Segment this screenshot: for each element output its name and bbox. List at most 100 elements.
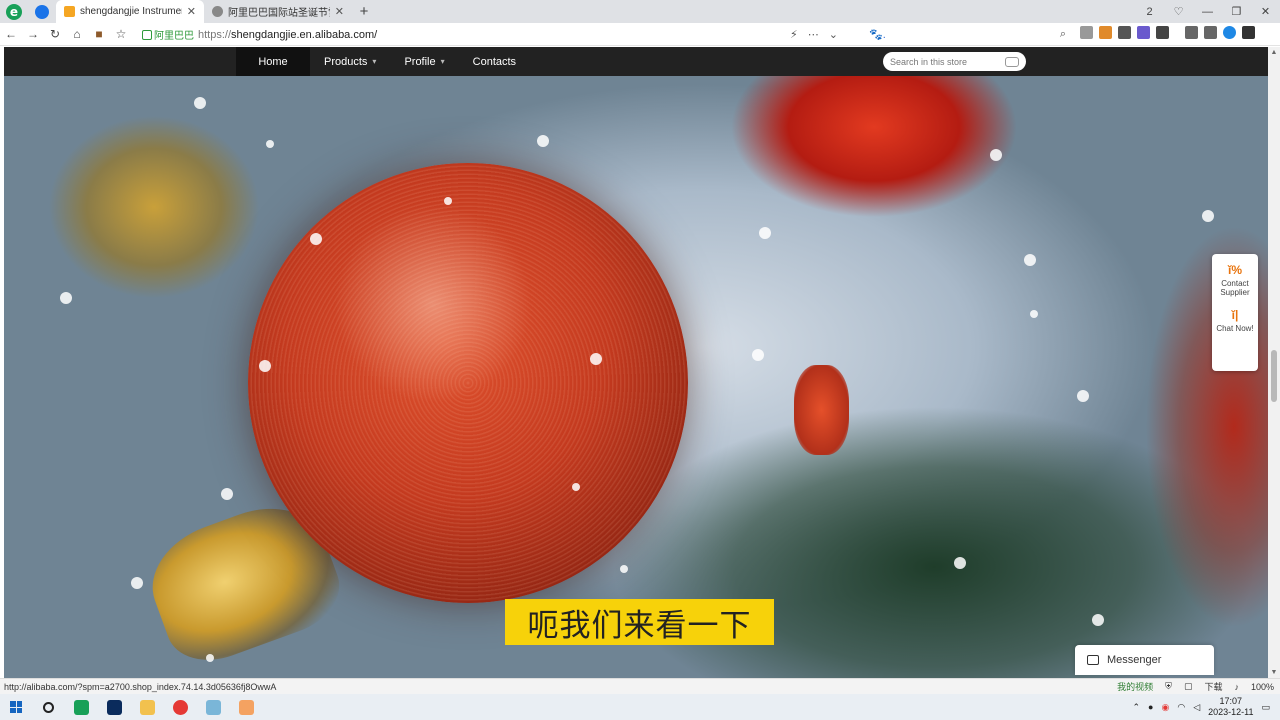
scroll-down-arrow-icon[interactable]: ▼: [1268, 669, 1280, 676]
snowflake-icon: [194, 97, 206, 109]
favorite-star-icon[interactable]: ☆: [110, 27, 132, 41]
browser-logo-icon[interactable]: e: [0, 0, 28, 23]
red-bell: [794, 365, 849, 455]
contact-supplier-button[interactable]: ĭ% Contact Supplier: [1212, 264, 1258, 298]
zoom-level[interactable]: 100%: [1251, 682, 1274, 692]
messenger-button[interactable]: Messenger: [1075, 645, 1214, 675]
taskbar-app-chrome[interactable]: [164, 699, 197, 715]
snowflake-icon: [590, 353, 602, 365]
menu-icon[interactable]: [1242, 26, 1255, 39]
chat-now-button[interactable]: ĭ| Chat Now!: [1216, 309, 1253, 334]
notification-icon[interactable]: ▭: [1261, 702, 1270, 713]
snowflake-icon: [954, 557, 966, 569]
shield-icon[interactable]: ⛨: [1165, 681, 1172, 692]
snowflake-icon: [131, 577, 143, 589]
chevron-down-icon: ▾: [440, 57, 445, 66]
snowflake-icon: [206, 654, 214, 662]
clock-time: 17:07: [1219, 696, 1243, 706]
window-controls: 2 ♡ — ❐ ✕: [1135, 0, 1280, 23]
messenger-label: Messenger: [1107, 654, 1162, 666]
nav-contacts[interactable]: Contacts: [459, 47, 530, 76]
search-icon[interactable]: ⌕: [1060, 28, 1066, 41]
shield-icon: [142, 29, 152, 40]
record-icon[interactable]: ◉: [1161, 702, 1169, 713]
extension-icons: [1080, 26, 1255, 39]
address-toolbar: ← → ↻ ⌂ ■ ☆ 阿里巴巴 https://shengdangjie.en…: [0, 23, 1280, 46]
system-clock[interactable]: 17:07 2023-12-11: [1208, 696, 1253, 718]
back-button[interactable]: ←: [0, 27, 22, 41]
taskbar-app-photoshop[interactable]: [98, 699, 131, 715]
page-scrollbar[interactable]: ▲ ▼: [1268, 47, 1280, 678]
close-window-button[interactable]: ✕: [1251, 5, 1280, 18]
more-icon[interactable]: ⋯: [808, 28, 819, 41]
apps-grid-icon[interactable]: [1156, 26, 1169, 39]
scroll-up-arrow-icon[interactable]: ▲: [1268, 49, 1280, 56]
edge-icon[interactable]: [1223, 26, 1236, 39]
screen-icon[interactable]: [1118, 26, 1131, 39]
wifi-icon[interactable]: ◠: [1177, 702, 1185, 713]
scrollbar-thumb[interactable]: [1271, 350, 1277, 402]
site-label: 阿里巴巴: [154, 31, 194, 42]
taskbar-app-explorer[interactable]: [131, 699, 164, 715]
chevron-down-icon[interactable]: ⌄: [829, 28, 838, 41]
search-icon[interactable]: [1005, 56, 1019, 67]
nav-profile[interactable]: Profile ▾: [390, 47, 458, 76]
restore-button[interactable]: ❐: [1222, 5, 1251, 18]
volume-icon[interactable]: ◁: [1193, 702, 1200, 713]
chrome-app-icon: [173, 699, 188, 715]
new-tab-button[interactable]: +: [352, 0, 376, 23]
nav-home[interactable]: Home: [236, 47, 310, 76]
undo-icon[interactable]: [1204, 26, 1217, 39]
red-glitter-ornament: [248, 163, 688, 603]
url-field[interactable]: 阿里巴巴 https://shengdangjie.en.alibaba.com…: [142, 25, 854, 44]
tab-count-icon[interactable]: 2: [1135, 6, 1164, 18]
page-viewport: Home Products ▾ Profile ▾ Contacts Searc…: [0, 47, 1280, 678]
forward-button[interactable]: →: [22, 27, 44, 41]
favorites-icon[interactable]: ♡: [1164, 5, 1193, 18]
screen: e shengdangjie Instrument C ✕ 阿里巴巴国际站圣诞节…: [0, 0, 1280, 720]
floating-contact-panel: ĭ% Contact Supplier ĭ| Chat Now!: [1212, 254, 1258, 371]
search-engine-box[interactable]: 🐾. ⌕: [865, 26, 1070, 43]
note-icon[interactable]: [1137, 26, 1150, 39]
close-tab-icon[interactable]: ✕: [335, 5, 344, 18]
store-menu: Home Products ▾ Profile ▾ Contacts: [236, 47, 530, 76]
note-app-icon: [239, 699, 254, 715]
game-icon[interactable]: [1099, 26, 1112, 39]
speaker-icon[interactable]: ♪: [1234, 682, 1239, 692]
tab-store[interactable]: shengdangjie Instrument C ✕: [56, 0, 204, 23]
lightning-icon[interactable]: ⚡: [790, 28, 798, 41]
browser-tab-strip: e shengdangjie Instrument C ✕ 阿里巴巴国际站圣诞节…: [0, 0, 1280, 23]
taskbar-app-note[interactable]: [230, 699, 263, 715]
download-button[interactable]: 下载: [1204, 680, 1222, 693]
snowflake-icon: [1092, 614, 1104, 626]
chevron-up-icon[interactable]: ⌃: [1132, 702, 1140, 713]
download-icon[interactable]: [1185, 26, 1198, 39]
url-actions: ⚡ ⋯ ⌄: [790, 28, 838, 41]
snowflake-icon: [1024, 254, 1036, 266]
chat-bubble-icon: [1087, 655, 1099, 665]
screenshot-icon[interactable]: ▢: [1184, 681, 1193, 692]
browser-app-icon: [74, 699, 89, 715]
tab-alibaba-article[interactable]: 阿里巴巴国际站圣诞节雪花代 ✕: [204, 0, 352, 23]
nav-products[interactable]: Products ▾: [310, 47, 390, 76]
minimize-button[interactable]: —: [1193, 6, 1222, 18]
microphone-icon[interactable]: ●: [1148, 702, 1153, 712]
pinned-tab-icon[interactable]: [28, 0, 56, 23]
home-button[interactable]: ⌂: [66, 27, 88, 41]
taskbar-search-button[interactable]: [32, 701, 65, 713]
christmas-video-banner[interactable]: [4, 47, 1268, 678]
store-search-input[interactable]: Search in this store: [883, 52, 1026, 71]
taskbar-app-feather[interactable]: [197, 699, 230, 715]
start-button[interactable]: [0, 701, 32, 713]
taskbar-app-browser[interactable]: [65, 699, 98, 715]
site-identity[interactable]: 阿里巴巴: [142, 27, 194, 42]
extension-icon[interactable]: ■: [88, 27, 110, 41]
my-videos-button[interactable]: 我的视频: [1117, 680, 1153, 693]
close-tab-icon[interactable]: ✕: [187, 5, 196, 18]
search-engine-hint: 🐾.: [869, 29, 886, 41]
reload-button[interactable]: ↻: [44, 27, 66, 41]
scissors-icon[interactable]: [1080, 26, 1093, 39]
snowflake-icon: [752, 349, 764, 361]
store-navigation: Home Products ▾ Profile ▾ Contacts Searc…: [4, 47, 1268, 76]
snowflake-icon: [444, 197, 452, 205]
